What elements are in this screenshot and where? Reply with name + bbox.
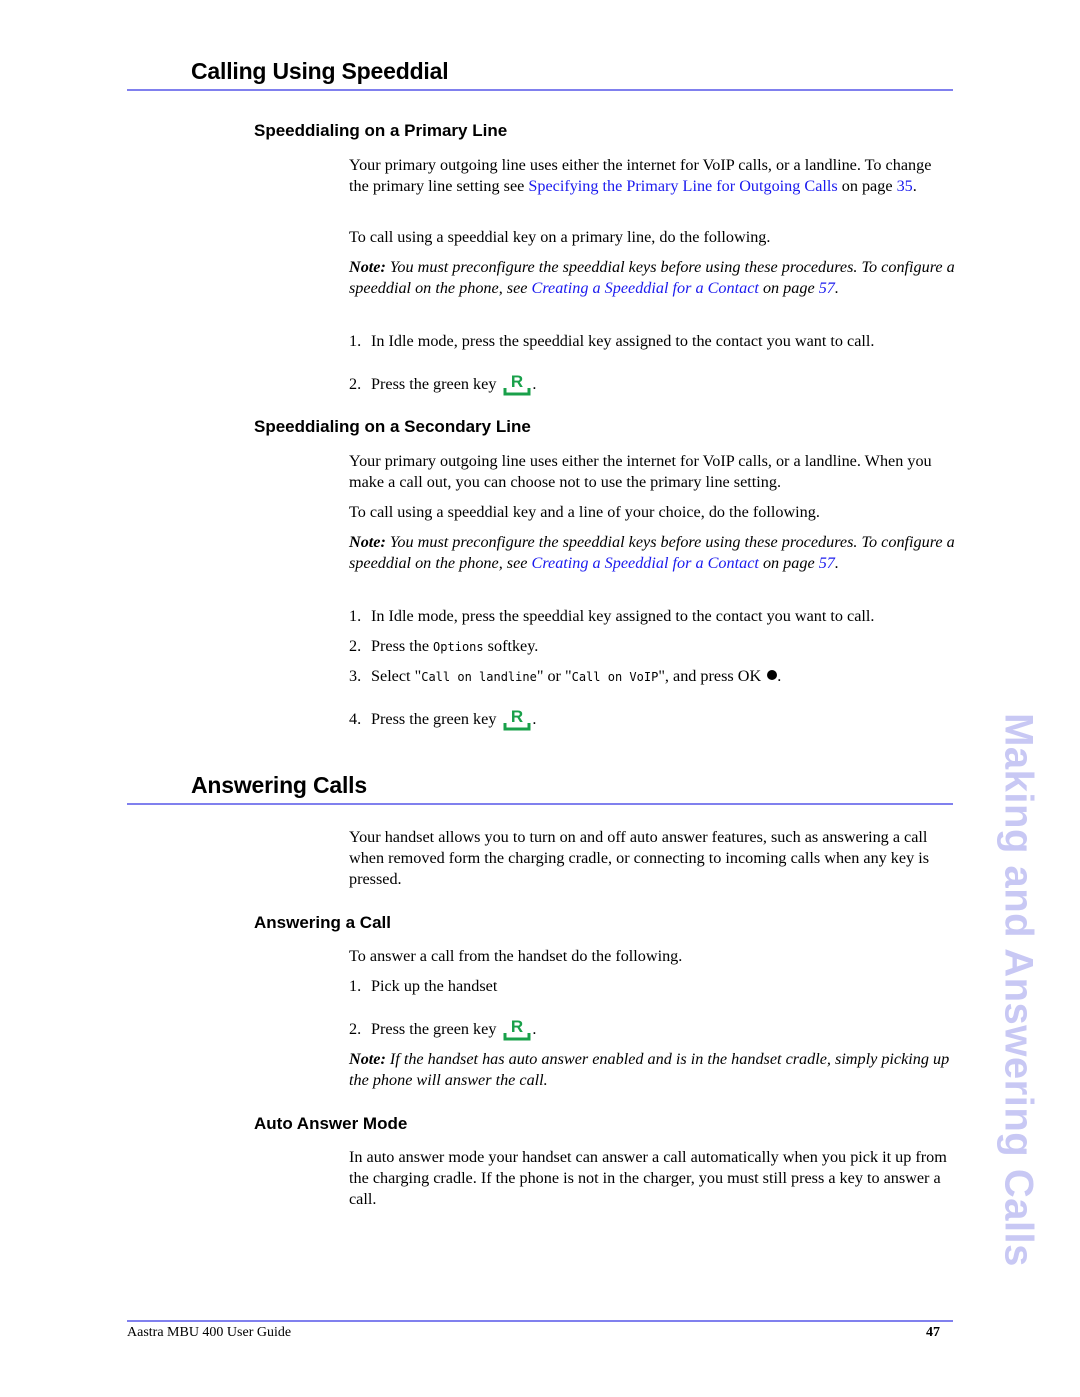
step-number: 2. [349, 637, 362, 655]
note-label: Note: [349, 1050, 386, 1068]
section-title-answering-calls: Answering Calls [191, 772, 367, 798]
link-page-35[interactable]: 35 [897, 177, 913, 195]
secondary-line-note: Note: You must preconfigure the speeddia… [349, 532, 955, 574]
step-text: Select " [371, 667, 422, 685]
svg-text:R: R [511, 707, 523, 726]
step-text: ", and press OK [658, 667, 762, 685]
heading-auto-answer-mode: Auto Answer Mode [254, 1114, 408, 1133]
section-rule [127, 89, 953, 91]
svg-text:R: R [511, 1017, 523, 1036]
step-item: 3. Select "Call on landline" or "Call on … [349, 666, 781, 688]
footer-guide-title: Aastra MBU 400 User Guide [127, 1325, 292, 1340]
heading-answering-a-call: Answering a Call [254, 913, 391, 932]
step-number: 3. [349, 667, 362, 685]
step-number: 1. [349, 977, 362, 995]
note-label: Note: [349, 533, 386, 551]
step-text: In Idle mode, press the speeddial key as… [371, 607, 875, 625]
step-text: " or " [536, 667, 572, 685]
link-specifying-primary-line[interactable]: Specifying the Primary Line for Outgoing… [528, 177, 837, 195]
step-text: softkey. [483, 637, 539, 655]
primary-line-note: Note: You must preconfigure the speeddia… [349, 257, 955, 299]
step-item: 2. Press the green key R. [349, 1017, 536, 1041]
menu-option-call-on-voip: Call on VoIP [571, 670, 659, 684]
step-text: . [777, 667, 782, 685]
intro-text: . [912, 177, 917, 195]
step-number: 4. [349, 710, 362, 728]
secondary-line-intro: Your primary outgoing line uses either t… [349, 452, 932, 491]
step-text: Press the green key [371, 710, 497, 728]
step-text: Press the [371, 637, 434, 655]
note-text: on page [758, 554, 819, 572]
note-text: . [834, 279, 839, 297]
step-item: 1. In Idle mode, press the speeddial key … [349, 331, 874, 352]
step-number: 2. [349, 375, 362, 393]
step-item: 1. Pick up the handset [349, 976, 497, 997]
answering-instruction: To answer a call from the handset do the… [349, 947, 683, 965]
green-key-icon: R [502, 1017, 532, 1041]
note-text: . [834, 554, 839, 572]
note-text: If the handset has auto answer enabled a… [349, 1050, 950, 1089]
auto-answer-text: In auto answer mode your handset can ans… [349, 1148, 947, 1208]
note-text: on page [758, 279, 819, 297]
step-item: 2. Press the Options softkey. [349, 636, 538, 658]
answering-note: Note: If the handset has auto answer ena… [349, 1049, 955, 1091]
section-title-calling-using-speeddial: Calling Using Speeddial [191, 58, 449, 84]
step-text: Pick up the handset [371, 977, 498, 995]
step-text: Press the green key [371, 1020, 497, 1038]
step-number: 2. [349, 1020, 362, 1038]
step-number: 1. [349, 607, 362, 625]
section-rule [127, 803, 953, 805]
footer-rule [127, 1320, 953, 1322]
ok-button-icon [767, 670, 778, 680]
step-text: . [532, 710, 537, 728]
step-item: 2. Press the green key R. [349, 372, 536, 396]
step-text: . [532, 1020, 537, 1038]
step-item: 4. Press the green key R. [349, 707, 536, 731]
intro-text: on page [837, 177, 897, 195]
step-text: In Idle mode, press the speeddial key as… [371, 332, 875, 350]
link-page-57[interactable]: 57 [819, 554, 835, 572]
answering-intro: Your handset allows you to turn on and o… [349, 828, 930, 888]
heading-speeddialing-primary-line: Speeddialing on a Primary Line [254, 121, 508, 140]
primary-line-intro: Your primary outgoing line uses either t… [349, 155, 955, 197]
link-creating-speeddial[interactable]: Creating a Speeddial for a Contact [532, 554, 759, 572]
secondary-line-instruction: To call using a speeddial key and a line… [349, 503, 820, 521]
link-creating-speeddial[interactable]: Creating a Speeddial for a Contact [532, 279, 759, 297]
note-label: Note: [349, 258, 386, 276]
link-page-57[interactable]: 57 [819, 279, 835, 297]
softkey-label-options: Options [433, 640, 484, 654]
heading-speeddialing-secondary-line: Speeddialing on a Secondary Line [254, 417, 531, 436]
footer-page-number: 47 [926, 1325, 940, 1340]
menu-option-call-on-landline: Call on landline [421, 670, 537, 684]
step-text: Press the green key [371, 375, 497, 393]
step-item: 1. In Idle mode, press the speeddial key … [349, 606, 874, 627]
primary-line-instruction: To call using a speeddial key on a prima… [349, 228, 771, 246]
chapter-side-tab: Making and Answering Calls [996, 713, 1041, 1267]
step-number: 1. [349, 332, 362, 350]
step-text: . [532, 375, 537, 393]
green-key-icon: R [502, 707, 532, 731]
green-key-icon: R [502, 372, 532, 396]
svg-text:R: R [511, 372, 523, 391]
